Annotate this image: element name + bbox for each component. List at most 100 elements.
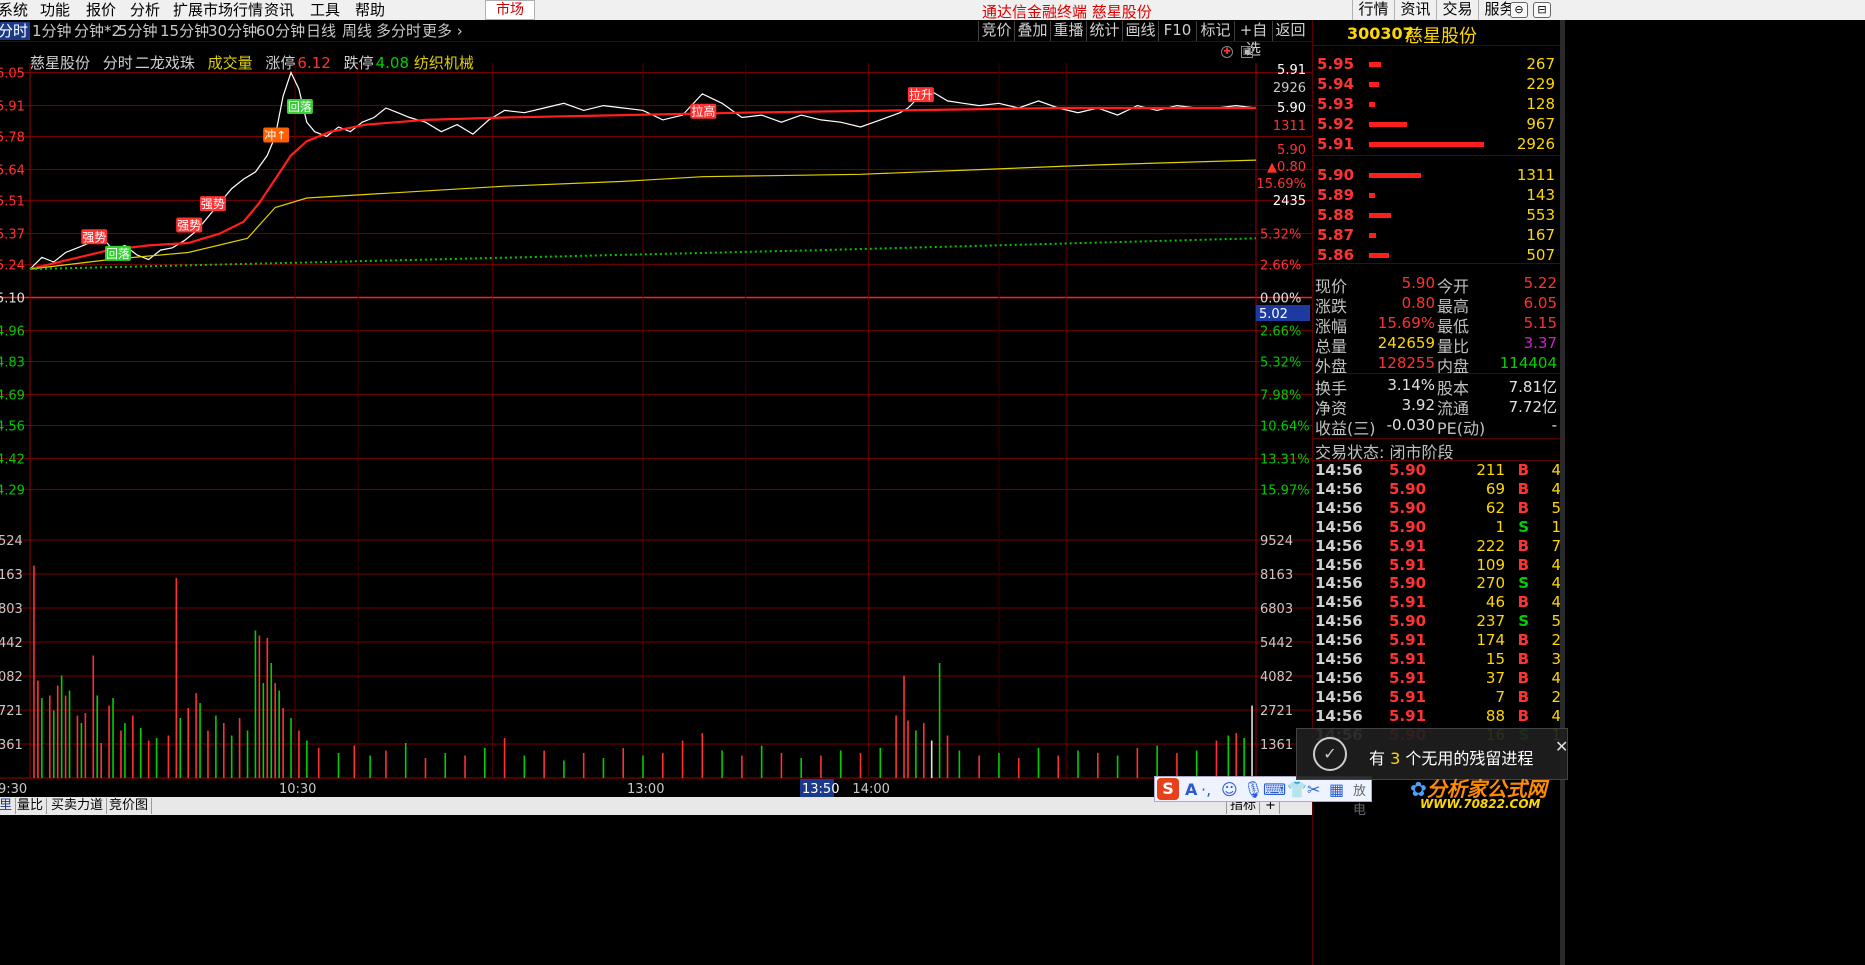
add-watchlist-button[interactable]: +自选 — [1234, 21, 1272, 58]
signal-label: 回落 — [288, 100, 312, 114]
readout-label: 5.91 — [1277, 63, 1306, 78]
tab-5min[interactable]: 5分钟 — [118, 22, 158, 40]
tab-volume-ratio[interactable]: 量比 — [14, 798, 48, 814]
menu-bar: 系统 功能 报价 分析 扩展市场行情 资讯 工具 帮助 市场 通达信金融终端 慈… — [0, 0, 1865, 21]
stat-value: - — [1551, 416, 1557, 434]
market-button[interactable]: 市场 — [485, 0, 535, 20]
menu-analysis[interactable]: 分析 — [130, 1, 160, 19]
ime-keyboard-icon[interactable]: ⌨ — [1263, 780, 1286, 799]
trade-time: 14:56 — [1315, 650, 1363, 668]
minimize-icon[interactable]: ⊟ — [1533, 2, 1551, 18]
stat-value: 128255 — [1377, 354, 1435, 372]
tab-daily[interactable]: 日线 — [306, 22, 336, 40]
trade-price: 5.91 — [1389, 631, 1427, 650]
trade-volume: 237 — [1476, 612, 1505, 631]
menu-function[interactable]: 功能 — [40, 1, 70, 19]
window-toggle-icon[interactable]: ▣ — [1241, 46, 1253, 58]
bid-depth-bar — [1369, 233, 1376, 238]
bid-depth-bar — [1369, 173, 1421, 178]
trade-side: B — [1517, 479, 1529, 498]
volume-tick-label: 1361 — [1260, 738, 1293, 753]
volume-tick-label: 6803 — [1260, 602, 1293, 617]
time-tick-label: 10:30 — [279, 782, 316, 797]
stat-value: 15.69% — [1377, 314, 1435, 332]
stat-value: 5.22 — [1523, 274, 1557, 292]
menu-system[interactable]: 系统 — [0, 1, 28, 19]
close-icon[interactable]: ✕ — [1555, 737, 1568, 756]
readout-label: 1311 — [1273, 119, 1306, 134]
ime-logo[interactable]: S — [1157, 778, 1179, 800]
news-button[interactable]: 资讯 — [1394, 0, 1436, 20]
tab-60min[interactable]: 60分钟 — [256, 22, 305, 40]
menu-help[interactable]: 帮助 — [355, 1, 385, 19]
ime-apps-icon[interactable]: ▦ — [1329, 780, 1344, 799]
pct-tick-label: 10.64% — [1260, 419, 1310, 434]
stats-button[interactable]: 统计 — [1086, 21, 1122, 41]
tab-15min[interactable]: 15分钟 — [160, 22, 209, 40]
info-dt-label: 跌停 — [343, 54, 374, 72]
trade-volume: 211 — [1476, 461, 1505, 479]
pct-tick-label: 7.98% — [1260, 389, 1301, 404]
bid-volume: 143 — [1526, 186, 1555, 204]
auction-button[interactable]: 竞价 — [978, 21, 1014, 41]
tab-more[interactable]: 更多 › — [422, 22, 463, 40]
ime-skin-icon[interactable]: 👕 — [1287, 780, 1307, 799]
menu-tools[interactable]: 工具 — [310, 1, 340, 19]
overlay-button[interactable]: 叠加 — [1014, 21, 1050, 41]
trade-side: S — [1518, 574, 1529, 593]
tab-1min[interactable]: 1分钟 — [32, 22, 72, 40]
mark-button[interactable]: 标记 — [1196, 21, 1234, 41]
signal-markers: 强势回落强势强势冲↑回落 拉高拉升 — [81, 87, 934, 261]
f10-button[interactable]: F10 — [1158, 21, 1196, 41]
tab-weekly[interactable]: 周线 — [342, 22, 372, 40]
ime-voice-icon[interactable]: 🎙 — [1243, 780, 1263, 799]
chart-grid — [0, 63, 1312, 779]
pct-tick-label: 5.32% — [1260, 355, 1301, 370]
ime-emoji-icon[interactable]: ☺ — [1221, 780, 1238, 799]
chart-axes: 6.05 5.91 5.78 5.64 5.51 5.37 5.32% 5.24 2.66% 5.… — [0, 63, 1310, 797]
menu-ext-market[interactable]: 扩展市场行情 — [173, 1, 263, 19]
ask-level: 5.95 267 — [1313, 53, 1561, 73]
back-button[interactable]: 返回 — [1272, 21, 1308, 41]
tab-auction-chart[interactable]: 竞价图 — [106, 798, 153, 814]
tab-intraday[interactable]: 分时 — [0, 22, 31, 40]
trade-price: 5.90 — [1389, 612, 1427, 631]
ask-price: 5.94 — [1317, 75, 1355, 93]
ask-level: 5.93 128 — [1313, 93, 1561, 113]
ime-punct-icon[interactable]: ·, — [1201, 780, 1211, 799]
menu-quote[interactable]: 报价 — [86, 1, 116, 19]
menu-news[interactable]: 资讯 — [264, 1, 294, 19]
stat-value: 5.15 — [1523, 314, 1557, 332]
side-toolbar[interactable] — [1560, 20, 1565, 965]
replay-button[interactable]: 重播 — [1050, 21, 1086, 41]
trade-row: 14:56 5.90 237 S 5 — [1313, 612, 1561, 631]
tab-buy-sell-force[interactable]: 买卖力道 — [48, 798, 108, 814]
bid-price: 5.88 — [1317, 206, 1355, 224]
bid-level: 5.90 1311 — [1313, 164, 1561, 184]
trade-side: B — [1517, 461, 1529, 479]
ask-volume: 128 — [1526, 95, 1555, 113]
ime-english-icon[interactable]: A — [1185, 780, 1197, 799]
trade-price: 5.91 — [1389, 555, 1427, 574]
stat-value: 5.90 — [1401, 274, 1435, 292]
trade-side: B — [1517, 593, 1529, 612]
bid-level: 5.88 553 — [1313, 204, 1561, 224]
quote-button[interactable]: 行情 — [1352, 0, 1394, 20]
trade-row: 14:56 5.90 69 B 4 — [1313, 480, 1561, 499]
restore-icon[interactable]: ⊖ — [1510, 2, 1528, 18]
stat-row: 外盘 128255 内盘 114404 — [1313, 353, 1561, 376]
draw-line-button[interactable]: 画线 — [1122, 21, 1158, 41]
tab-multi-intraday[interactable]: 多分时 — [376, 22, 421, 40]
tab-30min[interactable]: 30分钟 — [208, 22, 257, 40]
intraday-chart[interactable]: 强势回落强势强势冲↑回落 拉高拉升 6.055.915.785.645.515.3… — [0, 40, 1312, 797]
trade-row: 14:56 5.90 270 S 4 — [1313, 574, 1561, 593]
time-tick-label: 9:30 — [0, 782, 27, 797]
ime-tools-icon[interactable]: ✂ — [1307, 780, 1320, 799]
expand-icon[interactable]: ✚ — [1221, 46, 1233, 58]
trade-side: B — [1517, 631, 1529, 650]
stat-row: 换手 3.14% 股本 7.81亿 — [1313, 375, 1561, 398]
trade-button[interactable]: 交易 — [1436, 0, 1478, 20]
info-sector: 纺织机械 — [413, 54, 474, 72]
trade-time: 14:56 — [1315, 479, 1363, 498]
tab-2min[interactable]: 分钟*2 — [74, 22, 121, 40]
